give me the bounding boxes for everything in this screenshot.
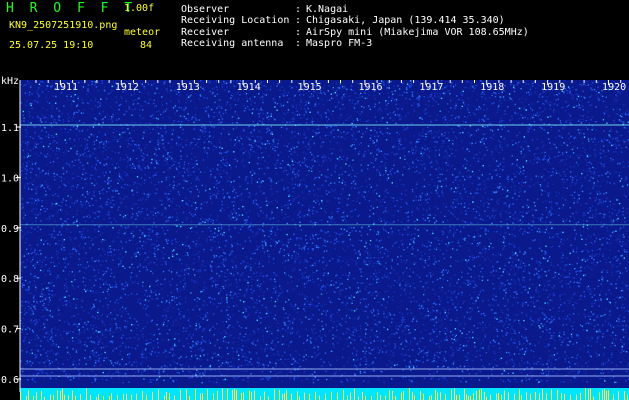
bottom-band bbox=[20, 388, 629, 400]
time-tick-label: 1920 bbox=[602, 82, 626, 93]
info-value-location: Chigasaki, Japan (139.414 35.340) bbox=[306, 15, 505, 26]
time-tick-label: 1919 bbox=[541, 82, 565, 93]
y-unit-label: kHz bbox=[1, 76, 19, 87]
freq-tick-label: 0.8 bbox=[1, 274, 19, 285]
app-title: H R O F F T bbox=[6, 1, 137, 16]
time-tick-label: 1917 bbox=[419, 82, 443, 93]
info-value-observer: K.Nagai bbox=[306, 4, 349, 15]
info-colon: : bbox=[295, 15, 302, 26]
app-version: 1.00f bbox=[124, 3, 155, 14]
info-key-location: Receiving Location bbox=[181, 15, 290, 26]
freq-tick-label: 1.0 bbox=[1, 173, 19, 184]
info-colon: : bbox=[295, 38, 302, 49]
info-key-antenna: Receiving antenna bbox=[181, 38, 284, 49]
detection-label: meteor bbox=[124, 27, 161, 38]
time-tick-label: 1912 bbox=[115, 82, 139, 93]
datetime-label: 25.07.25 19:10 bbox=[9, 40, 94, 51]
filename-label: KN9_2507251910.png bbox=[9, 20, 118, 31]
freq-tick-label: 0.7 bbox=[1, 325, 19, 336]
time-tick-label: 1918 bbox=[480, 82, 504, 93]
time-tick-label: 1916 bbox=[358, 82, 382, 93]
detection-count: 84 bbox=[140, 40, 153, 51]
frequency-axis: kHz 1.1 1.0 0.9 0.8 0.7 0.6 bbox=[1, 76, 21, 392]
time-tick-label: 1914 bbox=[237, 82, 261, 93]
waterfall-background bbox=[20, 80, 629, 392]
freq-tick-label: 0.9 bbox=[1, 224, 19, 235]
time-tick-label: 1911 bbox=[54, 82, 78, 93]
time-tick-label: 1913 bbox=[176, 82, 200, 93]
waterfall-svg: 1911 1912 1913 1914 1915 1916 1917 1918 1919 1920… bbox=[1, 76, 629, 400]
info-value-antenna: Maspro FM-3 bbox=[306, 38, 373, 49]
freq-tick-label: 1.1 bbox=[1, 123, 19, 134]
time-tick-label: 1915 bbox=[298, 82, 322, 93]
info-colon: : bbox=[295, 27, 302, 38]
waterfall-spectrogram: 1911 1912 1913 1914 1915 1916 1917 1918 1919 1920… bbox=[0, 76, 629, 400]
freq-tick-label: 0.6 bbox=[1, 375, 19, 386]
info-colon: : bbox=[295, 4, 302, 15]
info-value-receiver: AirSpy mini (Miakejima VOR 108.65MHz) bbox=[306, 27, 529, 38]
